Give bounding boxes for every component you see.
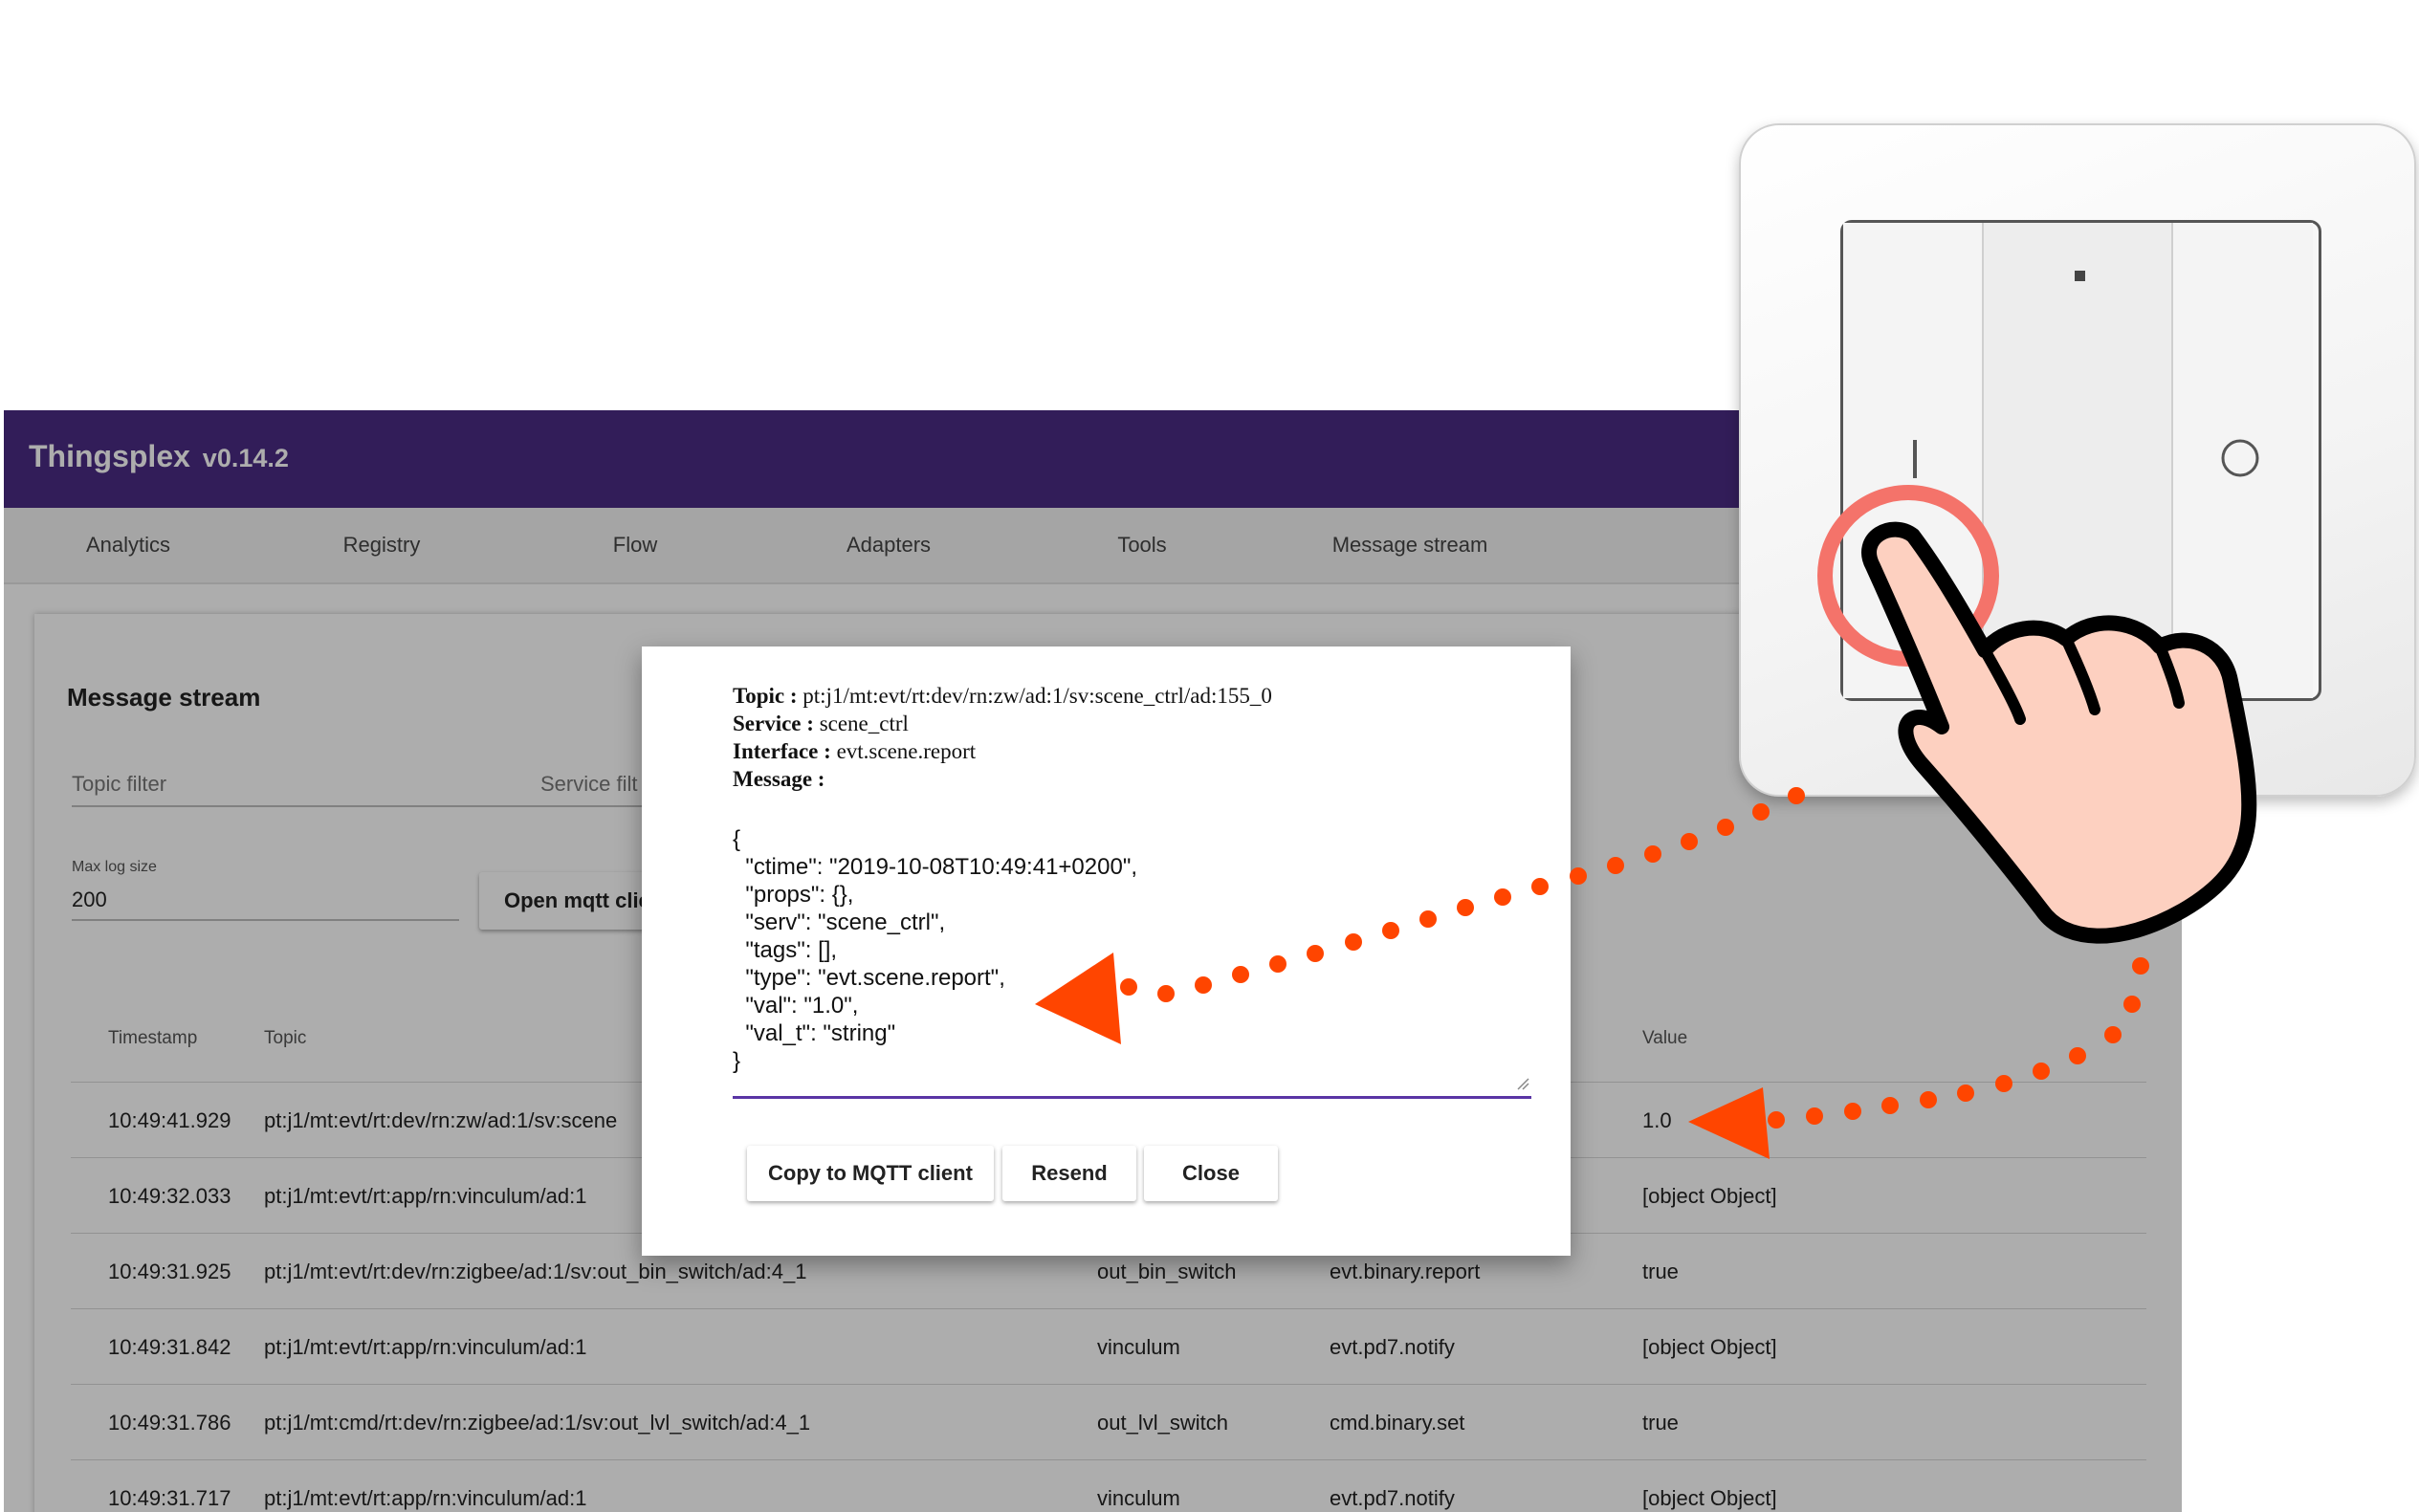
off-mark-icon xyxy=(2221,439,2259,477)
arrow-to-message-icon xyxy=(1035,787,1805,1044)
arrow-to-value-icon xyxy=(1688,919,2149,1159)
indicator-led-icon xyxy=(2075,271,2085,281)
pointing-hand-icon xyxy=(1861,521,2257,944)
illustration-overlay xyxy=(1035,271,2259,1159)
